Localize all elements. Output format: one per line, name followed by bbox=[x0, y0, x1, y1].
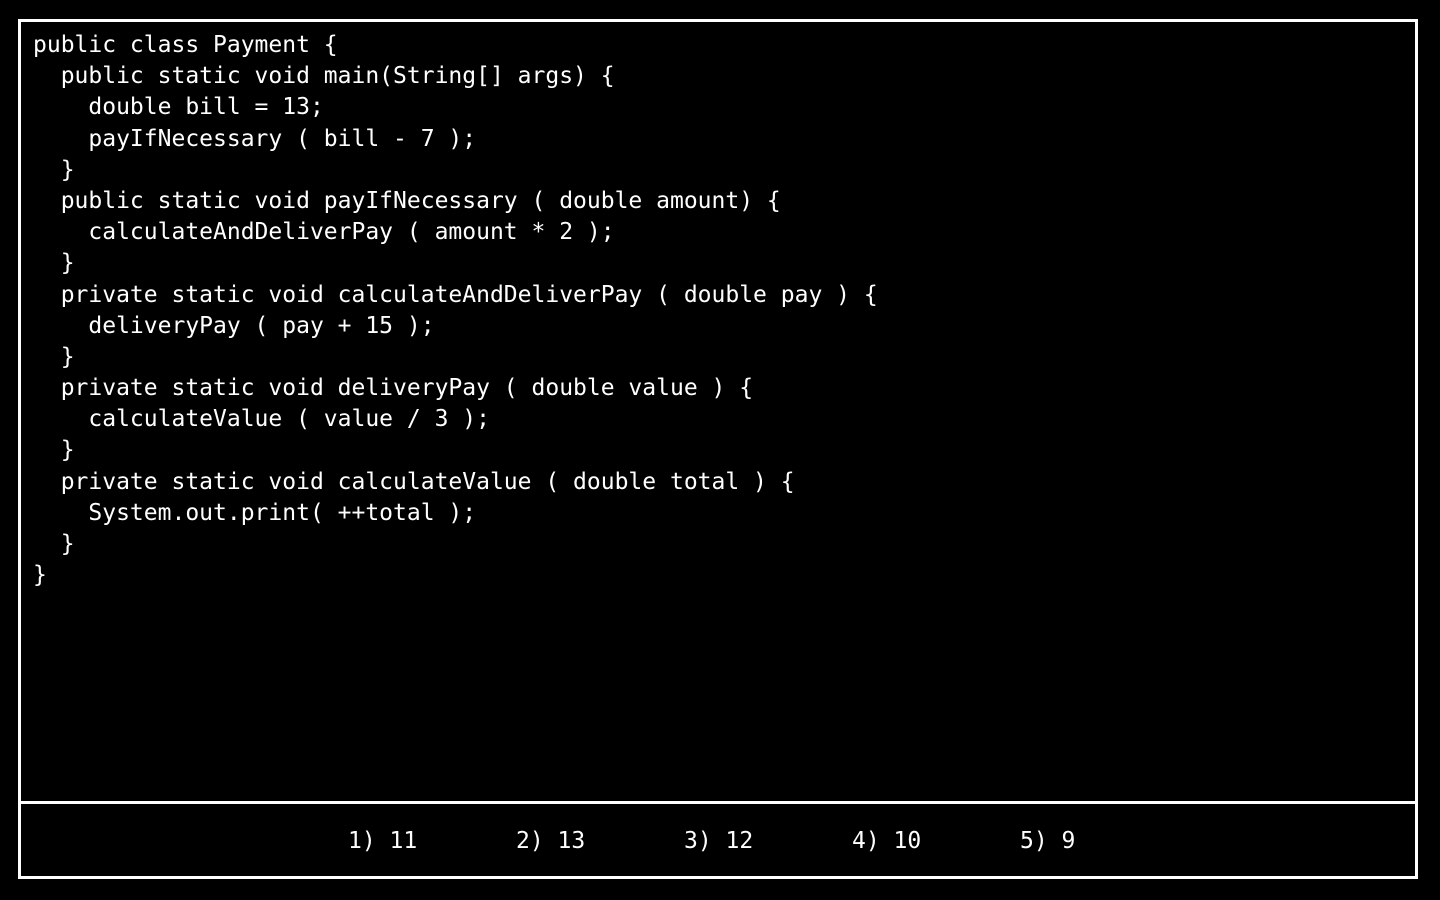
quiz-frame: public class Payment { public static voi… bbox=[18, 19, 1418, 879]
code-line: } bbox=[33, 156, 75, 183]
code-line: double bill = 13; bbox=[33, 94, 324, 121]
code-line: } bbox=[33, 437, 75, 464]
code-line: private static void calculateValue ( dou… bbox=[33, 468, 795, 495]
code-panel: public class Payment { public static voi… bbox=[21, 22, 1415, 804]
answer-option-2[interactable]: 2) 13 bbox=[516, 826, 585, 856]
code-line: calculateAndDeliverPay ( amount * 2 ); bbox=[33, 219, 615, 246]
code-line: } bbox=[33, 562, 47, 589]
answer-option-3[interactable]: 3) 12 bbox=[684, 826, 753, 856]
code-line: public static void payIfNecessary ( doub… bbox=[33, 187, 781, 214]
code-line: payIfNecessary ( bill - 7 ); bbox=[33, 125, 477, 152]
code-line: calculateValue ( value / 3 ); bbox=[33, 406, 490, 433]
code-line: private static void calculateAndDeliverP… bbox=[33, 281, 878, 308]
code-line: public static void main(String[] args) { bbox=[33, 63, 615, 90]
code-line: System.out.print( ++total ); bbox=[33, 499, 477, 526]
answer-option-1[interactable]: 1) 11 bbox=[348, 826, 417, 856]
code-line: } bbox=[33, 250, 75, 277]
code-line: } bbox=[33, 531, 75, 557]
code-line: private static void deliveryPay ( double… bbox=[33, 375, 754, 402]
code-line: public class Payment { bbox=[33, 32, 338, 58]
answer-options-panel: 1) 11 2) 13 3) 12 4) 10 5) 9 bbox=[21, 804, 1415, 876]
answer-option-5[interactable]: 5) 9 bbox=[1020, 826, 1075, 856]
answer-option-4[interactable]: 4) 10 bbox=[852, 826, 921, 856]
code-line: deliveryPay ( pay + 15 ); bbox=[33, 312, 435, 339]
code-listing: public class Payment { public static voi… bbox=[21, 22, 1415, 591]
code-line: } bbox=[33, 343, 75, 370]
